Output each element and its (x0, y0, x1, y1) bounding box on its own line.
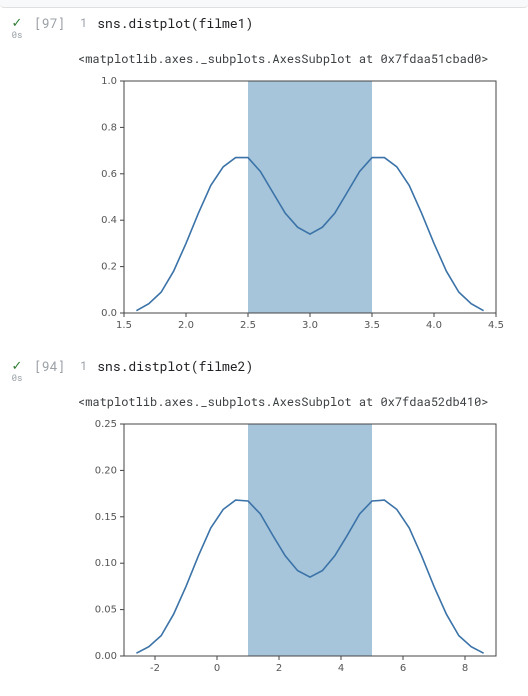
cell-gutter: ✓ 0s (0, 357, 34, 384)
check-icon: ✓ (0, 359, 34, 372)
svg-text:0.25: 0.25 (95, 419, 117, 430)
svg-text:0.4: 0.4 (101, 215, 117, 226)
exec-count: [97] (34, 14, 65, 32)
cell-gutter: ✓ 0s (0, 14, 34, 41)
distplot-filme2: 0.00 0.05 0.10 0.15 0.20 0.25 -2 0 2 4 6 8 (78, 416, 508, 680)
svg-text:4: 4 (338, 663, 344, 674)
svg-text:8: 8 (462, 663, 468, 674)
svg-text:0.10: 0.10 (95, 558, 117, 569)
svg-text:0.8: 0.8 (101, 122, 117, 133)
svg-text:3.5: 3.5 (364, 320, 380, 331)
code-row[interactable]: [94] 1 sns.distplot(filme2) (34, 357, 528, 375)
svg-text:-2: -2 (150, 663, 160, 674)
code-cell: ✓ 0s [97] 1 sns.distplot(filme1) (0, 10, 528, 41)
code-cell: ✓ 0s [94] 1 sns.distplot(filme2) (0, 353, 528, 384)
output-repr: <matplotlib.axes._subplots.AxesSubplot a… (78, 394, 528, 410)
svg-text:4.5: 4.5 (488, 320, 504, 331)
line-number: 1 (75, 15, 87, 31)
output-repr: <matplotlib.axes._subplots.AxesSubplot a… (78, 51, 528, 67)
svg-text:1.5: 1.5 (116, 320, 132, 331)
code-text[interactable]: sns.distplot(filme2) (97, 357, 253, 375)
svg-text:0.6: 0.6 (101, 169, 117, 180)
code-text[interactable]: sns.distplot(filme1) (97, 14, 253, 32)
svg-text:0.20: 0.20 (95, 465, 117, 476)
output-block: <matplotlib.axes._subplots.AxesSubplot a… (78, 51, 528, 337)
line-number: 1 (75, 358, 87, 374)
svg-text:0.2: 0.2 (101, 262, 117, 273)
distplot-filme1: 0.0 0.2 0.4 0.6 0.8 1.0 1.5 2.0 2.5 3.0 3.5 4.0 4.5 (78, 73, 508, 337)
svg-text:0: 0 (214, 663, 220, 674)
svg-text:0.00: 0.00 (95, 651, 117, 662)
exec-time: 0s (0, 373, 34, 384)
cell-divider (0, 0, 528, 8)
exec-time: 0s (0, 30, 34, 41)
svg-text:0.15: 0.15 (95, 512, 117, 523)
code-row[interactable]: [97] 1 sns.distplot(filme1) (34, 14, 528, 32)
svg-text:2: 2 (276, 663, 282, 674)
svg-text:0.0: 0.0 (101, 308, 117, 319)
svg-text:1.0: 1.0 (101, 76, 117, 87)
exec-count: [94] (34, 357, 65, 375)
check-icon: ✓ (0, 16, 34, 29)
svg-text:0.05: 0.05 (95, 605, 117, 616)
svg-text:2.5: 2.5 (240, 320, 256, 331)
svg-text:6: 6 (400, 663, 406, 674)
svg-text:2.0: 2.0 (178, 320, 194, 331)
svg-text:3.0: 3.0 (302, 320, 318, 331)
svg-text:4.0: 4.0 (426, 320, 442, 331)
output-block: <matplotlib.axes._subplots.AxesSubplot a… (78, 394, 528, 680)
